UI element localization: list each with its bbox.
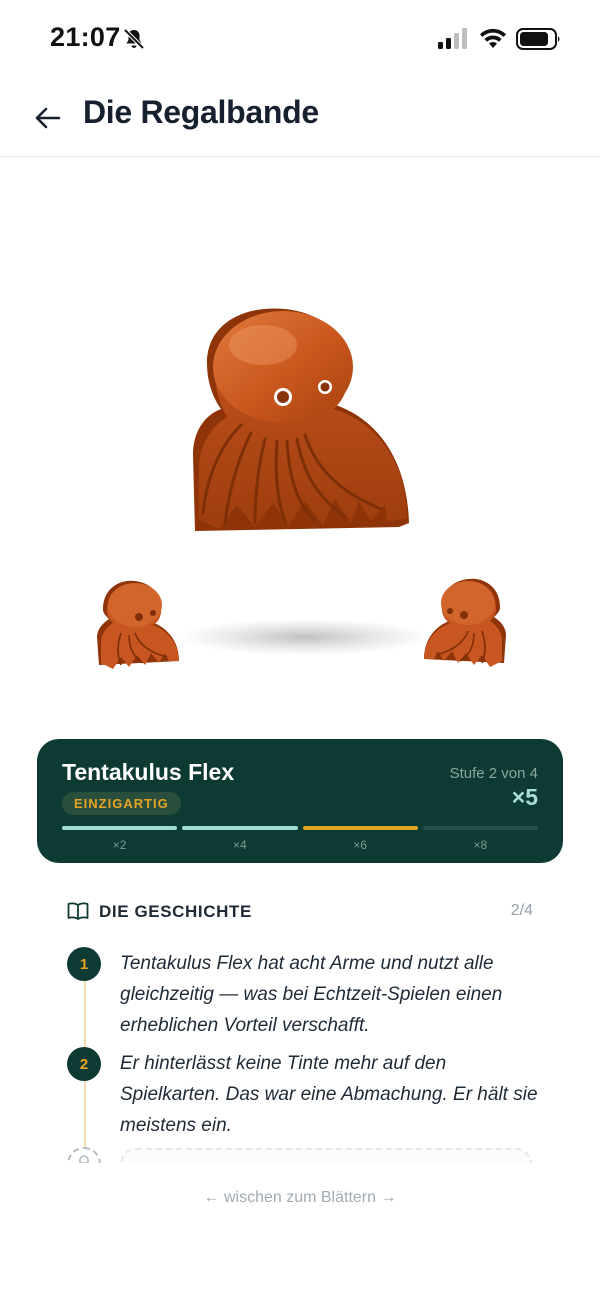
story-step-badge: 1 — [67, 947, 101, 981]
figure-name: Tentakulus Flex — [62, 759, 235, 785]
progress-bar — [62, 826, 178, 830]
hero-figures[interactable] — [0, 157, 600, 737]
story-step-badge: 2 — [67, 1047, 101, 1081]
story-entry: Tentakulus Flex hat acht Arme und nutzt … — [120, 953, 503, 1036]
scroll-fade — [0, 1163, 600, 1299]
progress-label: ×8 — [473, 838, 488, 852]
story-page-indicator: 2/4 — [510, 902, 533, 919]
book-icon — [67, 902, 89, 920]
multiplier-value: ×5 — [511, 784, 538, 810]
story-title: DIE GESCHICHTE — [99, 902, 252, 921]
arrow-left-icon — [35, 107, 61, 129]
page-title: Die Regalbande — [83, 94, 319, 130]
progress-label: ×2 — [112, 838, 127, 852]
progress-bar — [182, 826, 298, 830]
progress-step: ×8 — [422, 826, 538, 852]
story-entry: Er hinterlässt keine Tinte mehr auf den … — [120, 1053, 538, 1136]
wifi-icon — [480, 28, 506, 48]
progress-label: ×4 — [233, 838, 247, 852]
figure-card: Tentakulus Flex EINZIGARTIG Stufe 2 von … — [37, 739, 563, 863]
progress-step: ×6 — [302, 826, 418, 852]
status-bar: 21:07 — [0, 0, 600, 80]
story-header: DIE GESCHICHTE 2/4 — [67, 900, 533, 924]
progress-bar — [422, 826, 538, 830]
octopus-figure[interactable] — [185, 305, 420, 545]
figure-shadow — [180, 619, 430, 655]
swipe-hint: ← wischen zum Blättern → — [203, 1189, 397, 1206]
level-text: Stufe 2 von 4 — [449, 765, 538, 782]
progress-step: ×2 — [62, 826, 178, 852]
signal-icon — [438, 28, 467, 49]
back-button[interactable] — [28, 98, 68, 138]
octopus-figure-small[interactable] — [95, 577, 185, 672]
rarity-badge: EINZIGARTIG — [62, 792, 181, 815]
octopus-figure-small[interactable] — [418, 575, 508, 670]
progress-step: ×4 — [182, 826, 298, 852]
progress-label: ×6 — [353, 838, 367, 852]
bell-off-icon — [123, 28, 145, 50]
battery-icon — [516, 28, 560, 50]
status-time: 21:07 — [50, 22, 121, 52]
level-progress: ×2 ×4 ×6 ×8 — [62, 826, 538, 852]
app-header: Die Regalbande — [0, 80, 600, 157]
progress-bar — [302, 826, 418, 830]
